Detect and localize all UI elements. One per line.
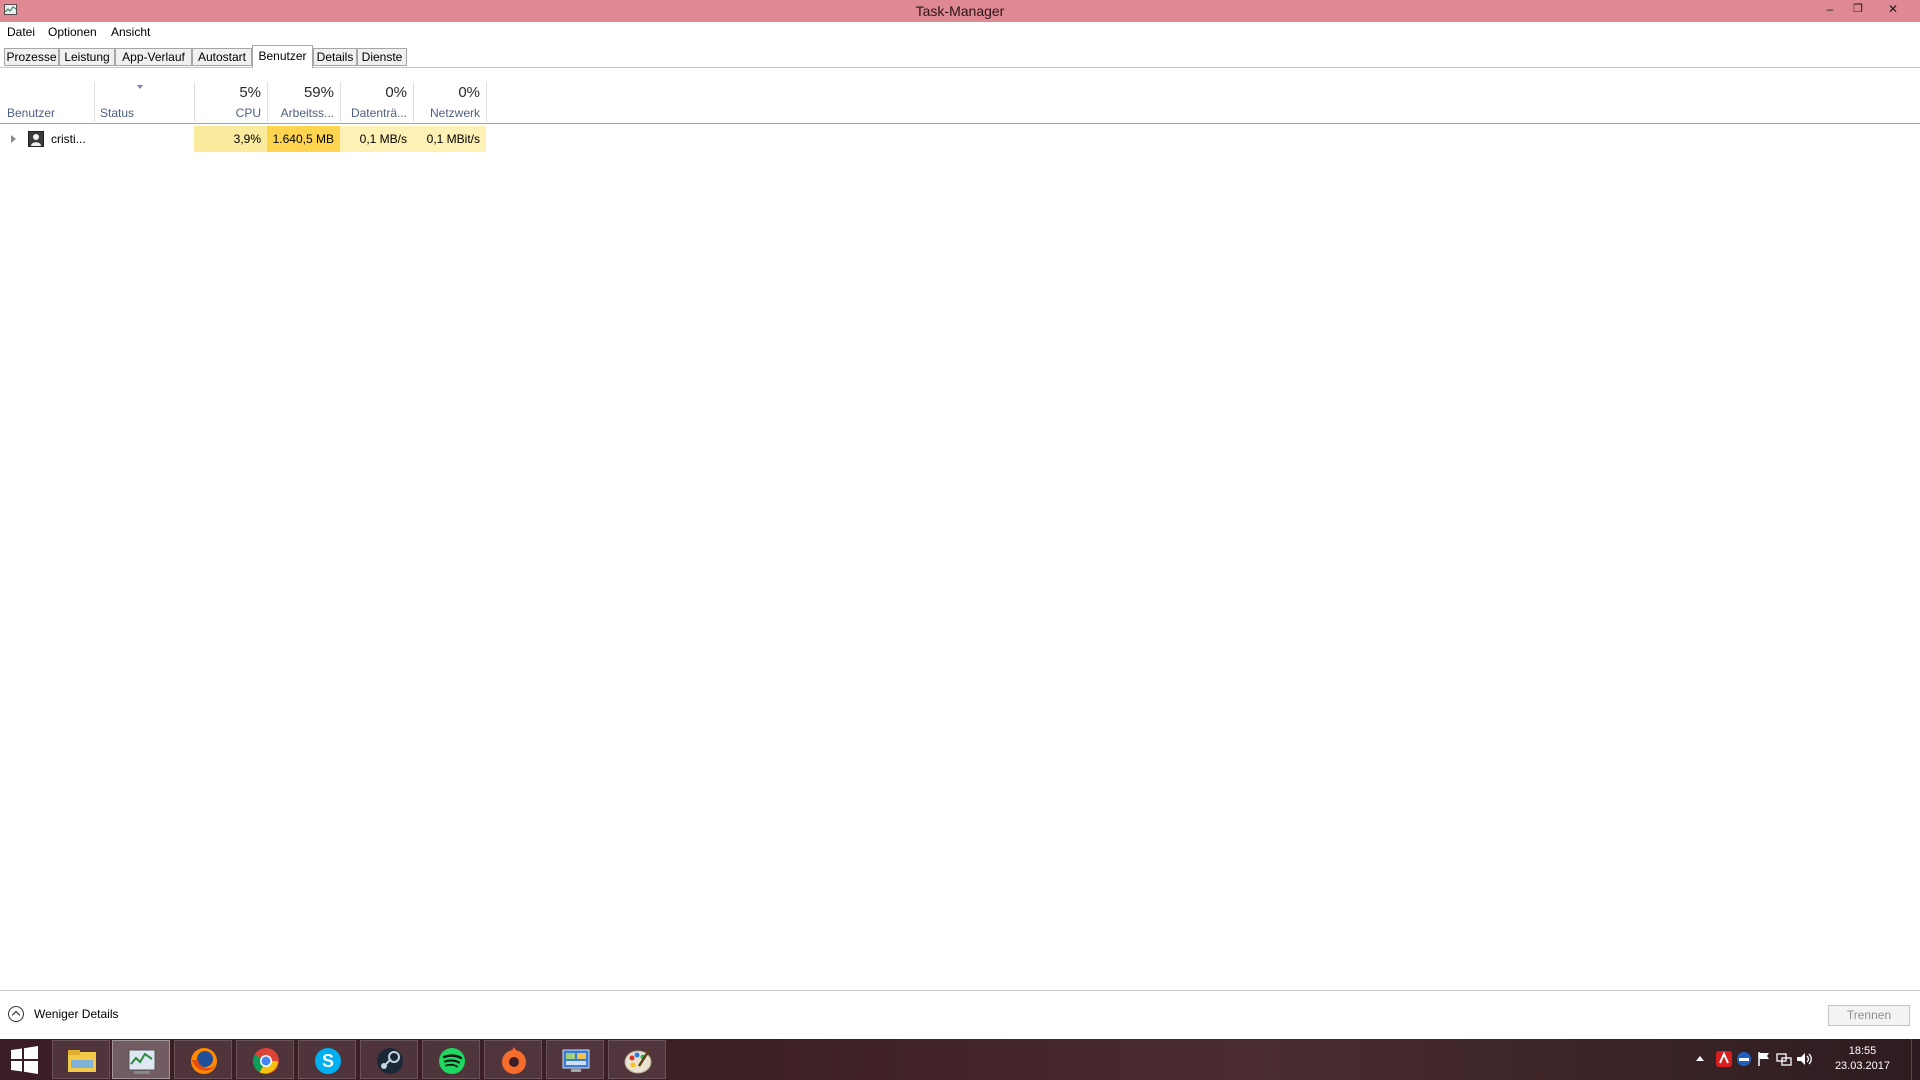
column-header-network[interactable]: 0% Netzwerk: [413, 80, 486, 124]
disk-total-percent: 0%: [385, 84, 407, 101]
memory-total-percent: 59%: [303, 84, 334, 101]
column-header-cpu[interactable]: 5% CPU: [194, 80, 267, 124]
taskbar-control-panel[interactable]: [546, 1040, 604, 1079]
spotify-icon: [439, 1048, 465, 1074]
column-label-memory: Arbeitss...: [280, 106, 334, 120]
title-bar: Task-Manager – ❐ ✕: [0, 0, 1920, 22]
taskbar-spotify[interactable]: [422, 1040, 480, 1079]
volume-icon[interactable]: [1796, 1051, 1814, 1067]
taskbar-origin[interactable]: [484, 1040, 542, 1079]
vpn-shield-icon[interactable]: [1736, 1051, 1752, 1067]
action-center-flag-icon[interactable]: [1756, 1051, 1772, 1067]
window-title: Task-Manager: [915, 3, 1005, 19]
paint-palette-icon: [624, 1048, 652, 1074]
column-label-cpu: CPU: [235, 106, 261, 120]
footer: Weniger Details Trennen: [0, 991, 1920, 1039]
column-header-memory[interactable]: 59% Arbeitss...: [267, 80, 340, 124]
tab-details[interactable]: Details: [313, 48, 357, 66]
menu-optionen[interactable]: Optionen: [48, 25, 97, 39]
column-header-user[interactable]: Benutzer: [0, 80, 94, 124]
skype-icon: S: [315, 1048, 341, 1074]
column-header-status[interactable]: Status: [94, 80, 194, 124]
tab-strip: Prozesse Leistung App-Verlauf Autostart …: [0, 45, 1920, 68]
control-panel-icon: [562, 1049, 590, 1072]
show-hidden-icons-chevron-icon[interactable]: [1696, 1056, 1704, 1061]
tab-app-verlauf[interactable]: App-Verlauf: [115, 48, 192, 66]
clock-date: 23.03.2017: [1834, 1060, 1890, 1072]
taskbar-steam[interactable]: [360, 1040, 418, 1079]
chevron-up-icon: [8, 1006, 24, 1022]
antivirus-icon[interactable]: [1716, 1051, 1732, 1067]
header-divider: [0, 123, 1920, 124]
show-desktop-button[interactable]: [1911, 1039, 1920, 1080]
tab-benutzer[interactable]: Benutzer: [252, 45, 313, 68]
network-icon[interactable]: [1776, 1051, 1792, 1067]
user-status: [94, 126, 194, 152]
user-avatar-icon: [28, 131, 44, 147]
column-label-disk: Datenträ...: [350, 106, 407, 120]
tab-autostart[interactable]: Autostart: [192, 48, 252, 66]
disk-cell: 0,1 MB/s: [340, 126, 413, 152]
clock-time: 18:55: [1848, 1045, 1877, 1057]
system-tray: [1692, 1039, 1832, 1080]
taskbar-chrome[interactable]: [236, 1040, 294, 1079]
column-label-network: Netzwerk: [429, 106, 480, 120]
menu-datei[interactable]: Datei: [7, 25, 35, 39]
minimize-button[interactable]: –: [1817, 0, 1843, 20]
svg-text:S: S: [322, 1051, 334, 1071]
taskbar-file-explorer[interactable]: [52, 1040, 110, 1079]
origin-icon: [502, 1047, 526, 1074]
user-name: cristi...: [51, 132, 86, 146]
network-total-percent: 0%: [458, 84, 480, 101]
tab-dienste[interactable]: Dienste: [357, 48, 407, 66]
task-manager-icon: [128, 1049, 156, 1074]
column-label-status: Status: [100, 106, 135, 120]
taskbar-task-manager[interactable]: [112, 1040, 170, 1079]
column-divider[interactable]: [486, 82, 487, 122]
clock[interactable]: 18:55 23.03.2017: [1835, 1044, 1890, 1074]
taskbar-skype[interactable]: S: [298, 1040, 356, 1079]
firefox-icon: [191, 1048, 217, 1074]
start-button[interactable]: [0, 1040, 50, 1079]
steam-icon: [377, 1048, 403, 1074]
restore-button[interactable]: ❐: [1845, 0, 1871, 20]
file-explorer-icon: [68, 1050, 96, 1072]
column-label-user: Benutzer: [7, 106, 56, 120]
chrome-icon: [252, 1048, 279, 1074]
memory-cell: 1.640,5 MB: [267, 126, 340, 152]
column-header-disk[interactable]: 0% Datenträ...: [340, 80, 413, 124]
cpu-total-percent: 5%: [239, 84, 261, 101]
tab-leistung[interactable]: Leistung: [59, 48, 115, 66]
taskbar-firefox[interactable]: [174, 1040, 232, 1079]
less-details-label: Weniger Details: [34, 1007, 119, 1021]
menu-ansicht[interactable]: Ansicht: [111, 25, 150, 39]
cpu-cell: 3,9%: [194, 126, 267, 152]
disconnect-button[interactable]: Trennen: [1828, 1005, 1910, 1026]
table-row[interactable]: cristi... 3,9% 1.640,5 MB 0,1 MB/s 0,1 M…: [0, 126, 1920, 152]
network-cell: 0,1 MBit/s: [413, 126, 486, 152]
taskbar-paint[interactable]: [608, 1040, 666, 1079]
close-button[interactable]: ✕: [1880, 0, 1906, 20]
taskbar: S 18:55 23.03.2017: [0, 1039, 1920, 1080]
tab-prozesse[interactable]: Prozesse: [4, 48, 59, 66]
windows-start-icon: [11, 1046, 38, 1074]
menu-bar: Datei Optionen Ansicht: [0, 22, 1920, 42]
expand-icon[interactable]: [11, 135, 16, 143]
